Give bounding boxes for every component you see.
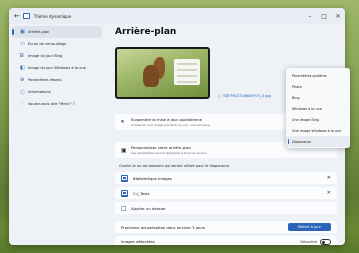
title-bar: ← Thème dynamique – □ ✕	[9, 8, 345, 24]
folders-label: Choisir le ou les dossiers qui seront ut…	[119, 164, 229, 168]
background-preview	[115, 47, 210, 99]
remove-folder-icon[interactable]: ✕	[327, 190, 331, 196]
folder-row: C:\_Tests ✕	[115, 187, 337, 199]
sidebar-item-bing[interactable]: ᗷ Image du jour Bing	[12, 50, 102, 62]
customize-subtitle: Les paramètres seront appliqués à tous l…	[131, 151, 207, 155]
page-title: Arrière-plan	[115, 27, 177, 37]
sidebar-item-label: Image du jour Windows à la une	[28, 66, 86, 70]
sidebar-item-label: Arrière-plan	[28, 30, 50, 34]
update-now-button[interactable]: Mettre à jour	[287, 223, 331, 231]
deleted-images-toggle[interactable]	[320, 238, 331, 245]
dropdown-option[interactable]: Une image Windows à la une	[286, 125, 350, 136]
sidebar-item-label: Paramètres réseau	[28, 78, 62, 82]
back-arrow-icon[interactable]: ←	[14, 12, 20, 20]
folder-icon	[121, 189, 128, 197]
spotlight-icon: ◧	[20, 65, 25, 71]
folder-icon	[121, 174, 128, 182]
add-folder-label: Ajouter un dossier	[131, 205, 166, 211]
dropdown-option[interactable]: Bing	[286, 92, 350, 103]
app-icon	[22, 13, 30, 19]
deleted-images-row: Images détectées Désactivé	[115, 236, 337, 245]
deleted-images-label: Images détectées	[121, 239, 155, 244]
monitor-icon: ▭	[20, 41, 25, 47]
sidebar: ▣ Arrière-plan ▭ Écran de verrouillage ᗷ…	[9, 24, 105, 245]
dropdown-option[interactable]: Paramètres système	[286, 70, 350, 81]
sidebar-item-background[interactable]: ▣ Arrière-plan	[12, 26, 102, 38]
preview-squirrel	[143, 65, 159, 87]
folder-label: C:\_Tests	[133, 190, 150, 196]
dropdown-option[interactable]: Windows à la une	[286, 103, 350, 114]
network-icon: ⊕	[20, 77, 25, 83]
dropdown-option[interactable]: Une image Bing	[286, 114, 350, 125]
remove-folder-icon[interactable]: ✕	[327, 175, 331, 181]
sidebar-item-info[interactable]: ⓘ Informations	[12, 86, 102, 98]
image-icon: ▣	[20, 29, 25, 35]
sidebar-item-spotlight[interactable]: ◧ Image du jour Windows à la une	[12, 62, 102, 74]
sidebar-item-label: Informations	[28, 90, 51, 94]
sidebar-item-thanks[interactable]: ♡ Voulez-vous dire "Merci" ?	[12, 98, 102, 110]
image-icon: ▣	[121, 146, 127, 154]
minimize-button[interactable]: –	[303, 8, 317, 24]
image-file-icon: ▢	[218, 94, 222, 98]
bing-icon: ᗷ	[20, 53, 24, 59]
next-update-row: Prochaine actualisation dans environ 3 j…	[115, 221, 337, 233]
sidebar-item-label: Image du jour Bing	[28, 54, 63, 58]
dropdown-option-selected[interactable]: Diaporama	[286, 136, 350, 147]
add-folder-row[interactable]: □ Ajouter un dossier	[115, 202, 337, 214]
sidebar-item-label: Voulez-vous dire "Merci" ?	[28, 102, 75, 106]
filename-text: E8F76C37186D9F75_0.jpg	[223, 94, 272, 98]
deleted-images-state: Désactivé	[300, 239, 317, 244]
background-type-dropdown: Paramètres système Photo Bing Windows à …	[286, 68, 350, 148]
pause-icon: ⏸	[121, 118, 125, 125]
info-icon: ⓘ	[20, 89, 26, 96]
preview-window-card	[174, 59, 200, 85]
folder-row: Bibliothèque Images ✕	[115, 172, 337, 184]
sidebar-item-label: Écran de verrouillage	[28, 42, 67, 46]
heart-icon: ♡	[20, 101, 25, 107]
dropdown-option[interactable]: Photo	[286, 81, 350, 92]
sidebar-item-network[interactable]: ⊕ Paramètres réseau	[12, 74, 102, 86]
image-filename-link[interactable]: ▢ E8F76C37186D9F75_0.jpg	[218, 94, 271, 98]
sidebar-item-lock-screen[interactable]: ▭ Écran de verrouillage	[12, 38, 102, 50]
folder-label: Bibliothèque Images	[133, 175, 172, 181]
next-update-label: Prochaine actualisation dans environ 3 j…	[121, 224, 206, 230]
close-button[interactable]: ✕	[331, 8, 345, 24]
maximize-button[interactable]: □	[317, 8, 331, 24]
window-title: Thème dynamique	[33, 13, 72, 19]
add-folder-icon: □	[121, 204, 127, 212]
